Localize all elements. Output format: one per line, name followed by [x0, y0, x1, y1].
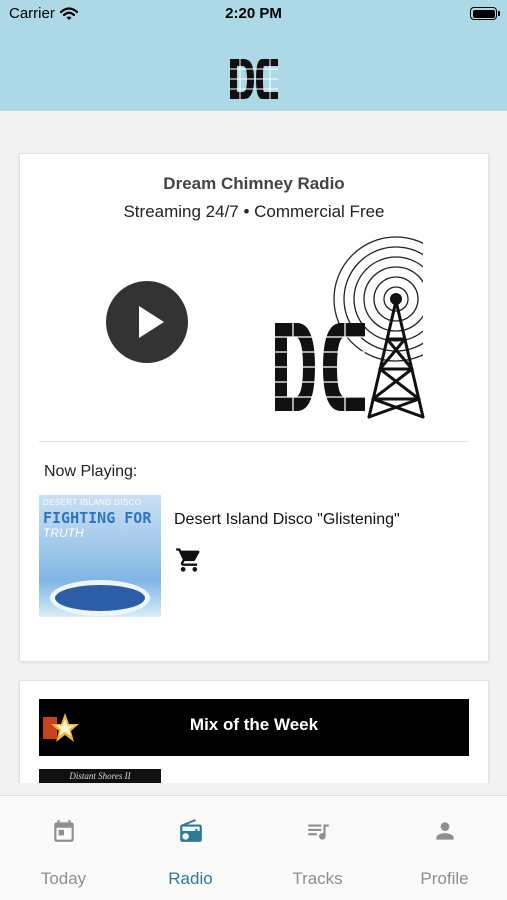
album-art[interactable]: DESERT ISLAND DISCO FIGHTING FOR TRUTH	[39, 495, 161, 617]
radio-icon	[179, 819, 202, 842]
album-art-island	[55, 585, 145, 611]
album-art-title: FIGHTING FOR	[43, 509, 152, 527]
tab-today[interactable]: Today	[0, 796, 127, 900]
now-playing-label: Now Playing:	[44, 463, 138, 480]
battery-icon	[470, 7, 500, 20]
card-divider	[39, 441, 469, 442]
playlist-icon	[307, 824, 329, 840]
main-feed[interactable]: Dream Chimney Radio Streaming 24/7 • Com…	[0, 111, 507, 783]
tab-profile[interactable]: Profile	[381, 796, 507, 900]
tab-label: Tracks	[292, 869, 343, 888]
play-button[interactable]	[106, 281, 188, 363]
calendar-icon	[53, 820, 74, 842]
tab-tracks[interactable]: Tracks	[254, 796, 381, 900]
status-time: 2:20 PM	[225, 5, 282, 22]
album-art-subtitle: TRUTH	[43, 526, 84, 540]
radio-subtitle: Streaming 24/7 • Commercial Free	[123, 202, 385, 221]
tab-label: Profile	[420, 869, 469, 888]
now-playing-track: Desert Island Disco "Glistening"	[174, 511, 400, 528]
tab-label: Radio	[168, 869, 213, 888]
tab-label: Today	[40, 869, 87, 888]
shopping-cart-icon[interactable]	[175, 546, 203, 574]
radio-card: Dream Chimney Radio Streaming 24/7 • Com…	[19, 153, 489, 662]
dc-logo-icon	[230, 59, 278, 99]
status-bar: Carrier 2:20 PM	[0, 0, 507, 30]
tab-bar: Today Radio Tracks Profile	[0, 795, 507, 900]
album-art-artist: DESERT ISLAND DISCO	[43, 498, 142, 507]
mix-card[interactable]: Mix of the Week Distant Shores II	[19, 680, 489, 783]
radio-tower-logo-icon	[275, 231, 433, 421]
app-header: Carrier 2:20 PM	[0, 0, 507, 111]
tab-radio[interactable]: Radio	[127, 796, 254, 900]
mix-title: Mix of the Week	[189, 715, 319, 734]
person-icon	[435, 822, 454, 840]
radio-title: Dream Chimney Radio	[163, 174, 345, 193]
mix-of-the-week-banner[interactable]: Mix of the Week	[39, 699, 469, 756]
mix-thumbnail[interactable]: Distant Shores II	[39, 769, 161, 783]
mix-thumbnail-label: Distant Shores II	[69, 771, 131, 781]
